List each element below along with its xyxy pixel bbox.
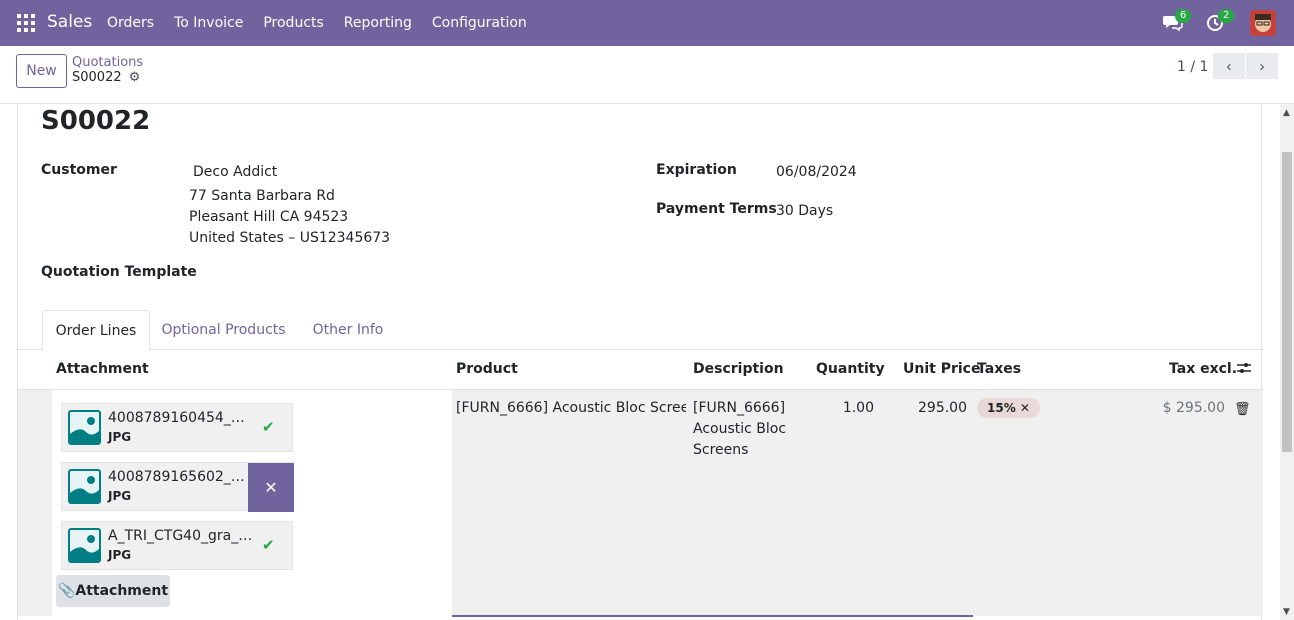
subtotal-cell: $ 295.00 xyxy=(1162,400,1225,416)
description-line-3[interactable]: Screens xyxy=(693,442,748,458)
check-icon: ✔ xyxy=(262,418,275,436)
attachment-type: JPG xyxy=(108,430,132,444)
attachment-type: JPG xyxy=(108,489,132,503)
quotation-template-label: Quotation Template xyxy=(41,264,197,280)
address-line-1: 77 Santa Barbara Rd xyxy=(189,188,335,204)
menu-orders[interactable]: Orders xyxy=(97,0,164,46)
order-lines-header: Attachment Product Description Quantity … xyxy=(18,350,1263,390)
breadcrumb-current-record: S00022 ⚙ xyxy=(72,70,140,85)
breadcrumb-quotations[interactable]: Quotations xyxy=(72,55,143,70)
menu-products[interactable]: Products xyxy=(253,0,333,46)
customer-field[interactable]: Deco Addict xyxy=(193,164,277,180)
control-panel: New Quotations S00022 ⚙ 1 / 1 ‹ › xyxy=(0,46,1294,104)
new-button[interactable]: New xyxy=(16,54,67,88)
scrollbar-thumb[interactable] xyxy=(1282,152,1292,452)
remove-attachment-icon[interactable]: ✕ xyxy=(248,463,294,512)
unit-price-cell[interactable]: 295.00 xyxy=(898,400,967,416)
image-file-icon xyxy=(68,469,101,504)
main-menu: Orders To Invoice Products Reporting Con… xyxy=(97,0,537,46)
remove-tax-icon[interactable]: ✕ xyxy=(1020,401,1030,415)
pager-next-button[interactable]: › xyxy=(1246,53,1278,79)
menu-configuration[interactable]: Configuration xyxy=(422,0,537,46)
col-product[interactable]: Product xyxy=(456,361,518,377)
column-settings-icon[interactable] xyxy=(1237,362,1251,378)
description-line-1[interactable]: [FURN_6666] xyxy=(693,400,785,416)
form-sheet: S00022 Customer Deco Addict 77 Santa Bar… xyxy=(17,104,1263,620)
quantity-cell[interactable]: 1.00 xyxy=(818,400,874,416)
attachment-name: A_TRI_CTG40_gra_S... xyxy=(108,528,254,544)
address-line-2: Pleasant Hill CA 94523 xyxy=(189,209,349,225)
image-file-icon xyxy=(68,528,101,563)
gear-icon[interactable]: ⚙ xyxy=(129,70,141,85)
attachment-item[interactable]: 4008789165602_CU... JPG ✕ xyxy=(61,462,294,512)
tab-order-lines[interactable]: Order Lines xyxy=(42,310,150,351)
check-icon: ✔ xyxy=(262,536,275,554)
menu-reporting[interactable]: Reporting xyxy=(334,0,422,46)
menu-to-invoice[interactable]: To Invoice xyxy=(164,0,253,46)
col-taxes[interactable]: Taxes xyxy=(977,361,1021,377)
scrollbar[interactable]: ▲ ▼ xyxy=(1280,104,1294,620)
product-cell[interactable]: [FURN_6666] Acoustic Bloc Scree xyxy=(456,400,686,416)
paperclip-icon: 📎 xyxy=(57,583,76,599)
top-navbar: Sales Orders To Invoice Products Reporti… xyxy=(0,0,1294,46)
description-line-2[interactable]: Acoustic Bloc xyxy=(693,421,786,437)
chevron-left-icon: ‹ xyxy=(1226,57,1232,75)
apps-menu-icon[interactable] xyxy=(17,14,35,32)
attachment-name: 4008789165602_CU... xyxy=(108,469,254,485)
expiration-label: Expiration xyxy=(656,162,737,178)
pager-previous-button[interactable]: ‹ xyxy=(1213,53,1245,79)
record-name: S00022 xyxy=(72,70,122,85)
image-file-icon xyxy=(68,410,101,445)
scroll-down-arrow-icon[interactable]: ▼ xyxy=(1283,607,1290,617)
attachment-button-label: Attachment xyxy=(75,583,169,599)
attachment-item[interactable]: A_TRI_CTG40_gra_S... JPG ✔ xyxy=(61,521,293,570)
address-line-3: United States – US12345673 xyxy=(189,230,391,246)
pager-value[interactable]: 1 / 1 xyxy=(1177,59,1208,75)
table-row[interactable]: 4008789160454_CL... JPG ✔ 4008789165602_… xyxy=(18,390,1263,617)
col-tax-excl[interactable]: Tax excl. xyxy=(1169,361,1237,377)
col-description[interactable]: Description xyxy=(693,361,784,377)
chevron-right-icon: › xyxy=(1259,57,1265,75)
attachment-name: 4008789160454_CL... xyxy=(108,410,254,426)
trash-icon[interactable]: 🗑 xyxy=(1234,402,1251,417)
col-unit-price[interactable]: Unit Price xyxy=(903,361,980,377)
user-avatar[interactable] xyxy=(1250,10,1276,36)
add-attachment-button[interactable]: 📎Attachment xyxy=(56,575,170,607)
scroll-up-arrow-icon[interactable]: ▲ xyxy=(1283,108,1290,118)
editing-underline xyxy=(452,615,973,617)
col-quantity[interactable]: Quantity xyxy=(816,361,885,377)
tab-optional-products[interactable]: Optional Products xyxy=(154,310,293,350)
tax-tag-label: 15% xyxy=(987,401,1016,415)
payment-terms-label: Payment Terms xyxy=(656,201,777,217)
messages-icon[interactable]: 6 xyxy=(1163,9,1192,34)
expiration-field[interactable]: 06/08/2024 xyxy=(776,164,857,180)
attachment-type: JPG xyxy=(108,548,132,562)
notebook-tabs: Order Lines Optional Products Other Info xyxy=(18,310,1263,351)
tab-other-info[interactable]: Other Info xyxy=(301,310,395,350)
col-attachment[interactable]: Attachment xyxy=(56,361,149,377)
app-name[interactable]: Sales xyxy=(47,12,92,32)
activities-clock-icon[interactable]: 2 xyxy=(1206,9,1235,34)
messages-badge: 6 xyxy=(1175,9,1192,23)
customer-label: Customer xyxy=(41,162,117,178)
attachment-item[interactable]: 4008789160454_CL... JPG ✔ xyxy=(61,403,293,452)
tax-tag[interactable]: 15% ✕ xyxy=(977,398,1040,418)
record-title: S00022 xyxy=(41,106,151,136)
payment-terms-field[interactable]: 30 Days xyxy=(776,203,833,219)
activities-badge: 2 xyxy=(1218,9,1235,23)
